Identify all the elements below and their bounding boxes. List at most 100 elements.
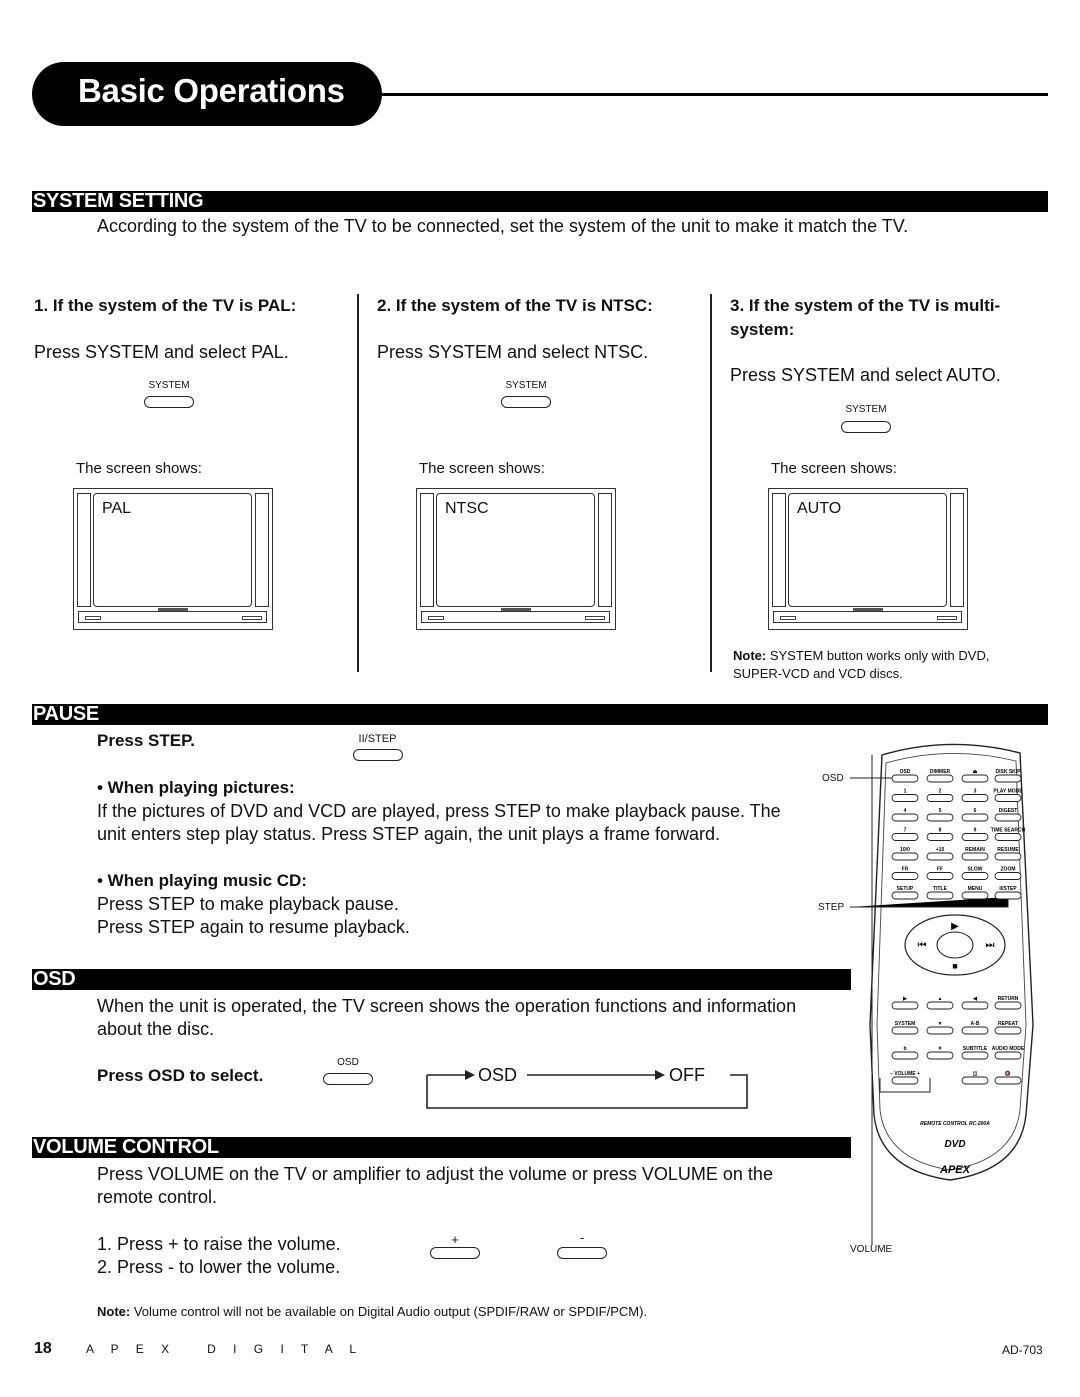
remote-key[interactable] [994, 833, 1022, 841]
system-button[interactable] [841, 421, 891, 433]
remote-key[interactable] [994, 1026, 1022, 1035]
stop-icon: ■ [952, 961, 957, 971]
section-header-system-setting: SYSTEM SETTING [32, 191, 1048, 212]
remote-key[interactable] [926, 891, 954, 900]
remote-key[interactable] [926, 774, 954, 783]
remote-key[interactable] [891, 1001, 919, 1010]
osd-cycle-state: OFF [669, 1065, 705, 1085]
remote-key[interactable] [891, 1076, 919, 1085]
pause-press: Press STEP. [97, 731, 195, 750]
note-label: Note: [97, 1304, 131, 1319]
osd-button-label: OSD [337, 1057, 359, 1068]
remote-key[interactable] [961, 852, 989, 861]
system-button-label: SYSTEM [505, 380, 547, 391]
remote-key[interactable] [994, 872, 1022, 880]
remote-key[interactable] [891, 774, 919, 783]
system-intro: According to the system of the TV to be … [97, 216, 909, 236]
osd-line: about the disc. [97, 1019, 215, 1039]
volume-minus-button[interactable] [557, 1247, 607, 1259]
remote-key[interactable] [961, 1001, 989, 1010]
remote-key[interactable] [926, 833, 954, 841]
remote-key-label: # [939, 1046, 942, 1052]
section-title: OSD [33, 968, 76, 990]
remote-key[interactable] [994, 1076, 1022, 1085]
note-text: SUPER-VCD and VCD discs. [733, 666, 903, 681]
remote-key[interactable] [961, 1026, 989, 1035]
volume-plus-button[interactable] [430, 1247, 480, 1259]
pictures-line: unit enters step play status. Press STEP… [97, 824, 720, 844]
cd-heading: • When playing music CD: [97, 871, 307, 890]
remote-key[interactable] [994, 813, 1022, 822]
remote-key-label: ⏏ [973, 769, 978, 775]
remote-key[interactable] [994, 774, 1022, 783]
volume-line: Press VOLUME on the TV or amplifier to a… [97, 1164, 773, 1184]
remote-key[interactable] [961, 774, 989, 783]
remote-key[interactable] [926, 1001, 954, 1010]
remote-key-label: DIGEST [999, 808, 1018, 814]
remote-key-label: 10/0 [900, 847, 910, 853]
step-button[interactable] [353, 749, 403, 761]
osd-cycle-state: OSD [478, 1065, 518, 1085]
page-title: Basic Operations [78, 72, 345, 109]
remote-key-label: SYSTEM [895, 1021, 916, 1027]
auto-heading-line1: 3. If the system of the TV is multi- [730, 296, 1001, 315]
remote-key-label: ◫ [973, 1071, 978, 1077]
remote-key[interactable] [994, 852, 1022, 861]
remote-key[interactable] [961, 872, 989, 880]
remote-key-label: 2 [939, 789, 942, 795]
remote-key[interactable] [926, 794, 954, 802]
ntsc-heading: 2. If the system of the TV is NTSC: [377, 296, 653, 315]
remote-key[interactable] [961, 1076, 989, 1085]
tv-screen-text: NTSC [445, 500, 489, 517]
system-button-label: SYSTEM [845, 404, 887, 415]
remote-key[interactable] [891, 852, 919, 861]
volume-step: 2. Press - to lower the volume. [97, 1257, 341, 1277]
remote-key[interactable] [926, 852, 954, 861]
remote-key[interactable] [961, 813, 989, 822]
osd-press: Press OSD to select. [97, 1066, 264, 1085]
remote-key[interactable] [994, 1051, 1022, 1060]
remote-key[interactable] [994, 1001, 1022, 1010]
remote-key[interactable] [891, 1051, 919, 1060]
remote-key[interactable] [994, 794, 1022, 802]
volume-line: remote control. [97, 1187, 218, 1207]
remote-key-label: TIME SEARCH [991, 828, 1026, 834]
remote-key[interactable] [926, 1026, 954, 1035]
remote-key[interactable] [961, 891, 989, 900]
section-title: PAUSE [33, 703, 99, 725]
tv-illustration-ntsc: NTSC [416, 488, 616, 630]
remote-key[interactable] [926, 813, 954, 822]
remote-key-label: II/STEP [999, 886, 1017, 892]
system-button[interactable] [144, 396, 194, 408]
remote-key[interactable] [891, 794, 919, 802]
callout-osd: OSD [822, 773, 844, 784]
volume-plus-label: + [451, 1232, 459, 1247]
remote-key-label: ZOOM [1001, 867, 1016, 873]
system-note: Note: SYSTEM button works only with DVD,… [733, 647, 989, 683]
remote-key[interactable] [961, 794, 989, 802]
screen-caption: The screen shows: [76, 460, 202, 477]
remote-key-label: MENU [968, 886, 983, 892]
tv-control-bar [78, 611, 267, 623]
remote-key-label: +10 [936, 847, 945, 853]
remote-key[interactable] [961, 1051, 989, 1060]
remote-key[interactable] [891, 813, 919, 822]
remote-key-label: RETURN [998, 996, 1019, 1002]
osd-button[interactable] [323, 1073, 373, 1085]
remote-key[interactable] [994, 891, 1022, 900]
remote-key[interactable] [961, 833, 989, 841]
remote-key-label: 1 [904, 789, 907, 795]
remote-key[interactable] [891, 872, 919, 880]
tv-illustration-auto: AUTO [768, 488, 968, 630]
remote-key[interactable] [891, 891, 919, 900]
pal-heading: 1. If the system of the TV is PAL: [34, 296, 297, 315]
remote-key[interactable] [891, 833, 919, 841]
remote-key[interactable] [926, 1051, 954, 1060]
remote-key[interactable] [926, 872, 954, 880]
remote-key-label: ▼ [938, 1021, 943, 1027]
volume-step: 1. Press + to raise the volume. [97, 1234, 341, 1254]
arrow-icon [465, 1070, 475, 1080]
remote-key[interactable] [891, 1026, 919, 1035]
system-button[interactable] [501, 396, 551, 408]
model-number: AD-703 [1002, 1343, 1043, 1357]
